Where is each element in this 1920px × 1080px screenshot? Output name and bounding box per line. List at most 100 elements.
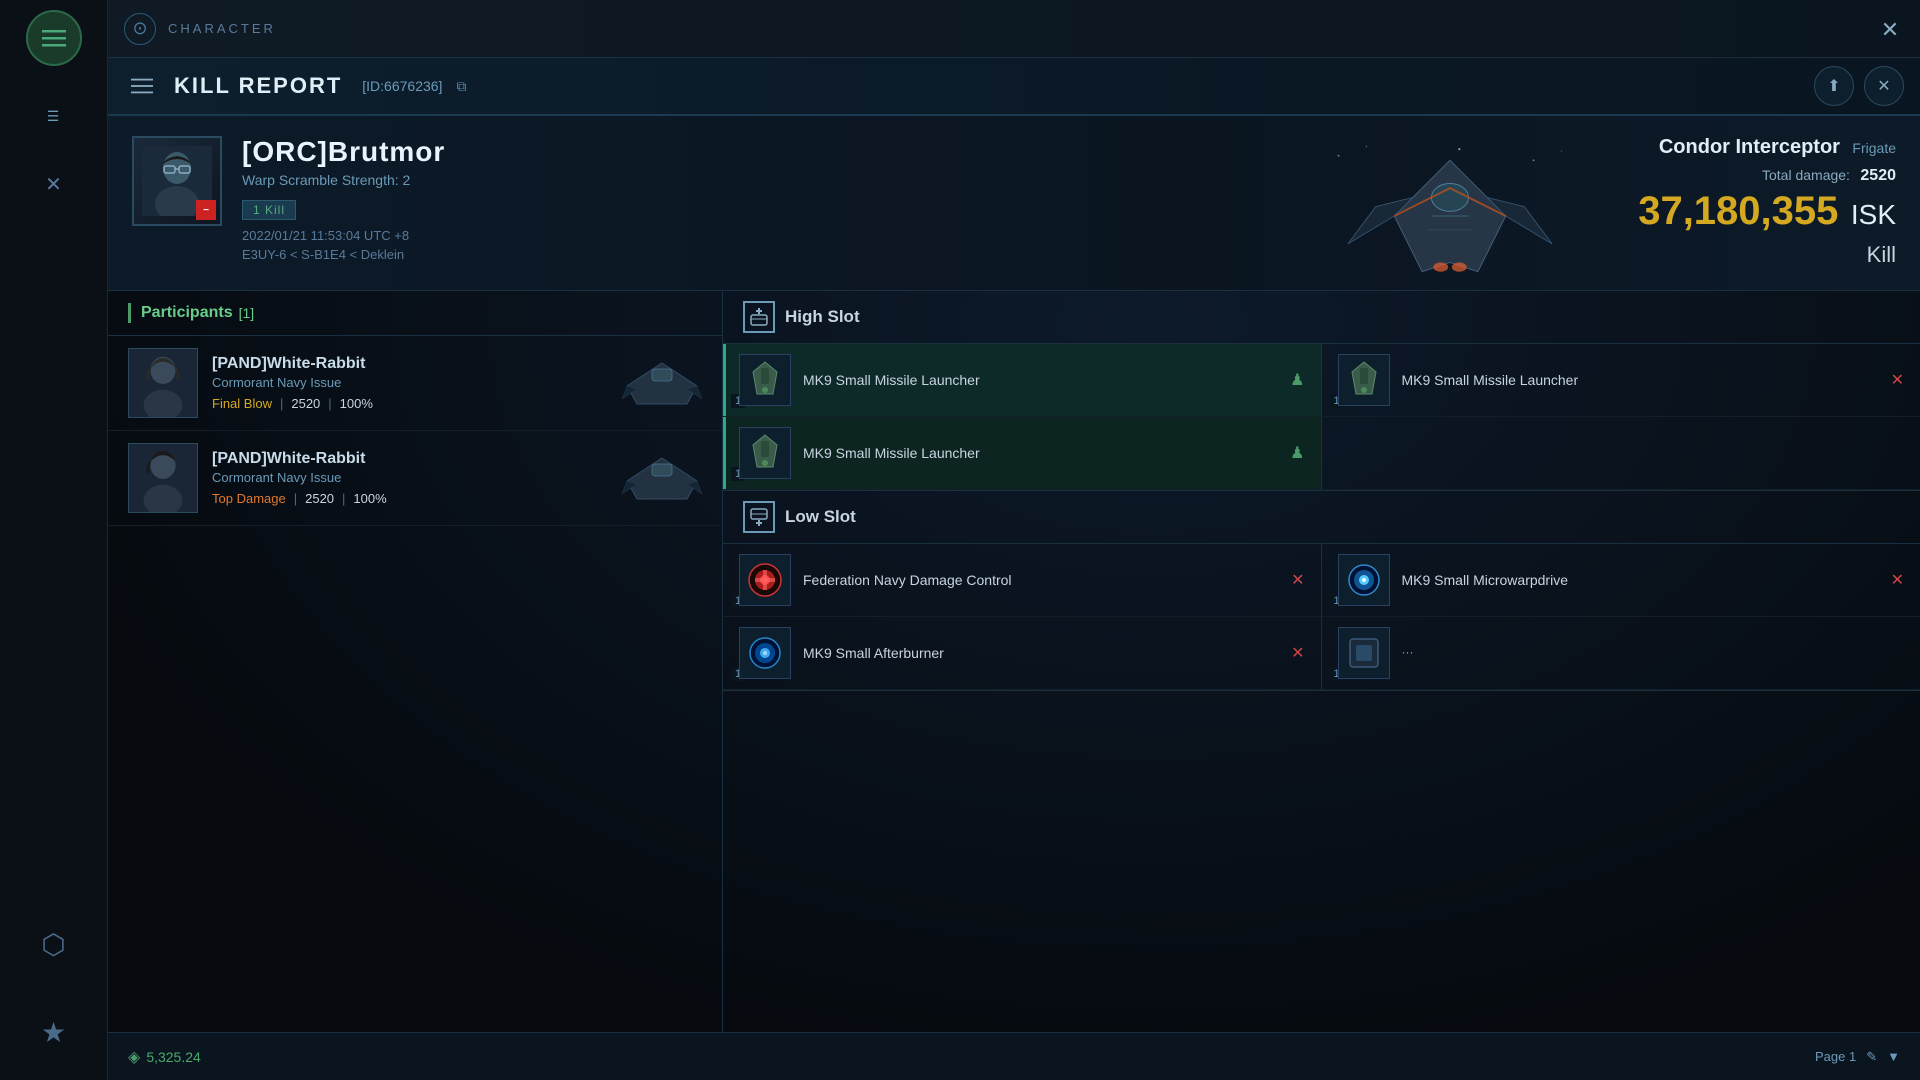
character-top-bar: ⊙ CHARACTER	[108, 0, 1920, 58]
stat-final-blow-label: Final Blow	[212, 396, 272, 411]
participant-1-info: [PAND]White-Rabbit Cormorant Navy Issue …	[212, 355, 608, 411]
low-slot-title: Low Slot	[785, 507, 856, 527]
bottom-page: Page 1 ✎ ▼	[1815, 1049, 1900, 1065]
teal-highlight-bar-2	[723, 417, 726, 489]
high-slot-empty	[1322, 417, 1920, 490]
module-icon-1	[739, 354, 791, 406]
participants-bar	[128, 303, 131, 323]
low-slot-item-2: 1 MK9 Small Microwarpdrive	[1322, 544, 1920, 617]
kr-close-button[interactable]: ✕	[1864, 66, 1904, 106]
ship-display	[1310, 126, 1590, 306]
low-slot-x-3[interactable]: ✕	[1291, 643, 1304, 663]
kr-menu-button[interactable]	[124, 68, 160, 104]
kill-outcome: Kill	[1638, 242, 1896, 268]
participant-item: [PAND]White-Rabbit Cormorant Navy Issue …	[108, 431, 722, 526]
low-slot-icon	[743, 501, 775, 533]
bottom-bar: ◈ 5,325.24 Page 1 ✎ ▼	[108, 1032, 1920, 1080]
module-icon-ab	[739, 627, 791, 679]
edit-icon[interactable]: ✎	[1866, 1049, 1877, 1065]
stat-top-dmg-label: Top Damage	[212, 491, 286, 506]
ship-stats: Condor Interceptor Frigate Total damage:…	[1638, 136, 1896, 268]
module-icon-2	[1338, 354, 1390, 406]
high-slot-icon	[743, 301, 775, 333]
teal-highlight-bar	[723, 344, 726, 416]
low-slot-name-1: Federation Navy Damage Control	[803, 571, 1279, 589]
low-slot-header: Low Slot	[723, 491, 1920, 544]
participant-1-avatar	[128, 348, 198, 418]
participant-1-name: [PAND]White-Rabbit	[212, 355, 608, 373]
stat-percent-1: 100%	[340, 396, 373, 411]
low-slot-x-1[interactable]: ✕	[1291, 570, 1304, 590]
sidebar-item-faction[interactable]: ⬡	[26, 916, 82, 972]
participants-title: Participants	[141, 304, 233, 322]
balance-icon: ◈	[128, 1047, 140, 1067]
slot-person-icon-3: ♟	[1290, 443, 1304, 463]
module-icon-4	[1338, 627, 1390, 679]
high-slot-item-2: 1 MK9 Small Missile Launcher ✕	[1322, 344, 1920, 417]
page-label: Page 1	[1815, 1049, 1856, 1064]
kr-header-actions: ⬆ ✕	[1814, 66, 1904, 106]
low-slot-grid: 1	[723, 544, 1920, 691]
low-slot-name-3: MK9 Small Afterburner	[803, 644, 1279, 662]
high-slot-title: High Slot	[785, 307, 860, 327]
low-slot-item-4: 1 ···	[1322, 617, 1920, 690]
slot-name-2: MK9 Small Missile Launcher	[1402, 371, 1879, 389]
kr-close-icon: ✕	[1877, 76, 1890, 96]
slots-panel: High Slot 1	[723, 291, 1920, 1080]
balance-value: 5,325.24	[146, 1049, 201, 1065]
participant-2-stats: Top Damage | 2520 | 100%	[212, 491, 608, 506]
kr-body: Participants [1]	[108, 291, 1920, 1080]
low-slot-item-1: 1	[723, 544, 1322, 617]
kr-export-icon: ⬆	[1827, 76, 1840, 96]
sidebar-item-x[interactable]: ✕	[26, 156, 82, 212]
participant-2-ship: Cormorant Navy Issue	[212, 470, 608, 485]
high-slot-item-3: 1 MK9 Small Missile Launcher ♟	[723, 417, 1322, 490]
main-panel: ⊙ CHARACTER KILL REPORT [ID:6676236] ⧉ ⬆…	[108, 0, 1920, 1080]
high-slot-item-1: 1 MK9 Small Missile Launcher ♟	[723, 344, 1322, 417]
stat-percent-2: 100%	[353, 491, 386, 506]
sidebar-item-character[interactable]: ☰	[26, 88, 82, 144]
victim-corp-badge: −	[196, 200, 216, 220]
filter-icon[interactable]: ▼	[1887, 1049, 1900, 1064]
participants-count: [1]	[239, 305, 255, 321]
participant-2-avatar	[128, 443, 198, 513]
stat-damage-1: 2520	[291, 396, 320, 411]
slot-name-1: MK9 Small Missile Launcher	[803, 371, 1278, 389]
participant-2-info: [PAND]White-Rabbit Cormorant Navy Issue …	[212, 450, 608, 506]
sidebar-item-star[interactable]: ★	[26, 1004, 82, 1060]
victim-avatar: −	[132, 136, 222, 226]
participants-panel: Participants [1]	[108, 291, 723, 1080]
participant-2-ship-img	[622, 453, 702, 503]
stat-damage-2: 2520	[305, 491, 334, 506]
participant-1-ship-img	[622, 358, 702, 408]
low-slot-x-2[interactable]: ✕	[1891, 570, 1904, 590]
module-icon-mwd	[1338, 554, 1390, 606]
main-close-button[interactable]: ✕	[1872, 12, 1908, 48]
ship-isk-value: 37,180,355	[1638, 189, 1838, 233]
high-slot-grid: 1 MK9 Small Missile Launcher ♟	[723, 344, 1920, 491]
ship-type: Frigate	[1852, 140, 1896, 156]
kr-export-button[interactable]: ⬆	[1814, 66, 1854, 106]
top-bar-title: CHARACTER	[168, 21, 276, 36]
ship-name: Condor Interceptor	[1659, 136, 1840, 158]
kr-id: [ID:6676236]	[362, 78, 442, 94]
kr-copy-icon[interactable]: ⧉	[456, 78, 466, 95]
kill-report-window: KILL REPORT [ID:6676236] ⧉ ⬆ ✕	[108, 58, 1920, 1080]
low-slot-item-3: 1 MK9 Small Afterburner	[723, 617, 1322, 690]
slot-name-3: MK9 Small Missile Launcher	[803, 444, 1278, 462]
participant-1-stats: Final Blow | 2520 | 100%	[212, 396, 608, 411]
top-character-icon: ⊙	[124, 13, 156, 45]
slot-person-icon-1: ♟	[1290, 370, 1304, 390]
victim-kill-badge: 1 Kill	[242, 200, 296, 220]
ship-total-dmg-label: Total damage:	[1762, 167, 1850, 183]
sidebar-hamburger[interactable]	[26, 10, 82, 66]
kr-title: KILL REPORT	[174, 73, 342, 99]
module-icon-dc	[739, 554, 791, 606]
participant-2-name: [PAND]White-Rabbit	[212, 450, 608, 468]
slot-x-button-2[interactable]: ✕	[1891, 370, 1904, 390]
kr-header-bar: KILL REPORT [ID:6676236] ⧉ ⬆ ✕	[108, 58, 1920, 116]
ship-total-dmg-val: 2520	[1860, 167, 1896, 184]
module-icon-3	[739, 427, 791, 479]
kr-content: − [ORC]Brutmor Warp Scramble Strength: 2…	[108, 116, 1920, 1080]
victim-header: − [ORC]Brutmor Warp Scramble Strength: 2…	[108, 116, 1920, 291]
